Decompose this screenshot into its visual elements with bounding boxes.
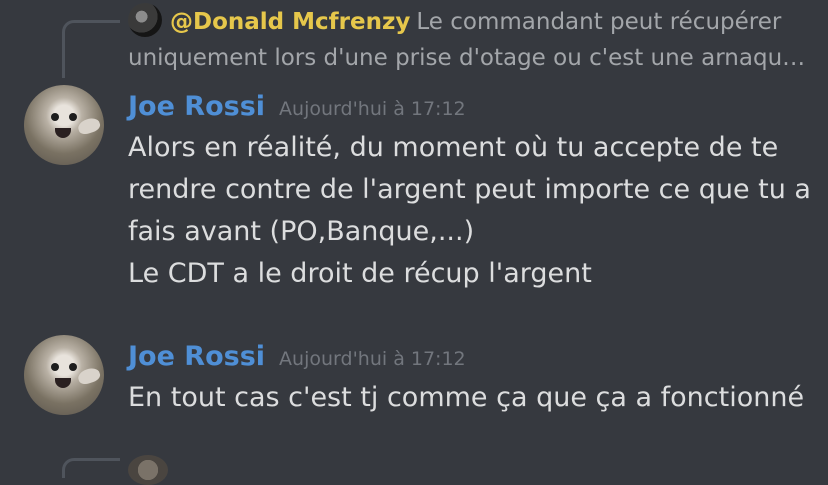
reply-connector	[62, 20, 120, 78]
reply-preview-line2[interactable]: uniquement lors d'une prise d'otage ou c…	[128, 45, 805, 71]
reply-avatar-icon[interactable]	[128, 2, 162, 37]
reply-reference[interactable]: @Donald Mcfrenzy Le commandant peut récup…	[128, 2, 818, 76]
message-timestamp[interactable]: Aujourd'hui à 17:12	[279, 348, 466, 370]
reply-preview-line1[interactable]: Le commandant peut récupérer	[416, 9, 781, 35]
seal-avatar-icon[interactable]	[24, 85, 104, 165]
message-timestamp[interactable]: Aujourd'hui à 17:12	[279, 98, 466, 120]
message-header: Joe Rossi Aujourd'hui à 17:12	[128, 340, 466, 374]
message-line: fais avant (PO,Banque,...)	[128, 216, 475, 247]
next-reply-connector	[62, 458, 120, 478]
next-reply-avatar-icon	[128, 455, 168, 485]
message-line: En tout cas c'est tj comme ça que ça a f…	[128, 382, 805, 413]
message-header: Joe Rossi Aujourd'hui à 17:12	[128, 90, 466, 124]
author-name[interactable]: Joe Rossi	[128, 91, 265, 122]
message-line: rendre contre de l'argent peut importe c…	[128, 174, 811, 205]
message-content: Alors en réalité, du moment où tu accept…	[128, 127, 818, 295]
message-line: Alors en réalité, du moment où tu accept…	[128, 132, 779, 163]
author-name[interactable]: Joe Rossi	[128, 341, 265, 372]
message-content: En tout cas c'est tj comme ça que ça a f…	[128, 377, 818, 419]
message-line: Le CDT a le droit de récup l'argent	[128, 258, 592, 289]
seal-avatar-icon[interactable]	[24, 335, 104, 415]
reply-mention[interactable]: @Donald Mcfrenzy	[170, 9, 410, 35]
